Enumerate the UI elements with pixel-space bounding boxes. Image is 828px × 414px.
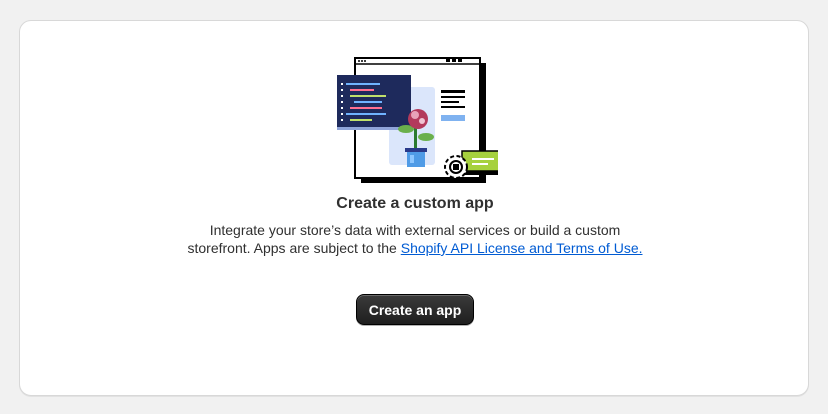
- code-window-icon: [337, 75, 411, 130]
- page-title: Create a custom app: [336, 195, 494, 212]
- api-license-link[interactable]: Shopify API License and Terms of Use.: [401, 240, 643, 256]
- custom-app-illustration: [337, 57, 498, 183]
- custom-app-card: Create a custom app Integrate your store…: [19, 20, 809, 396]
- create-app-button[interactable]: Create an app: [356, 294, 474, 325]
- description-text: Integrate your store’s data with externa…: [185, 221, 645, 257]
